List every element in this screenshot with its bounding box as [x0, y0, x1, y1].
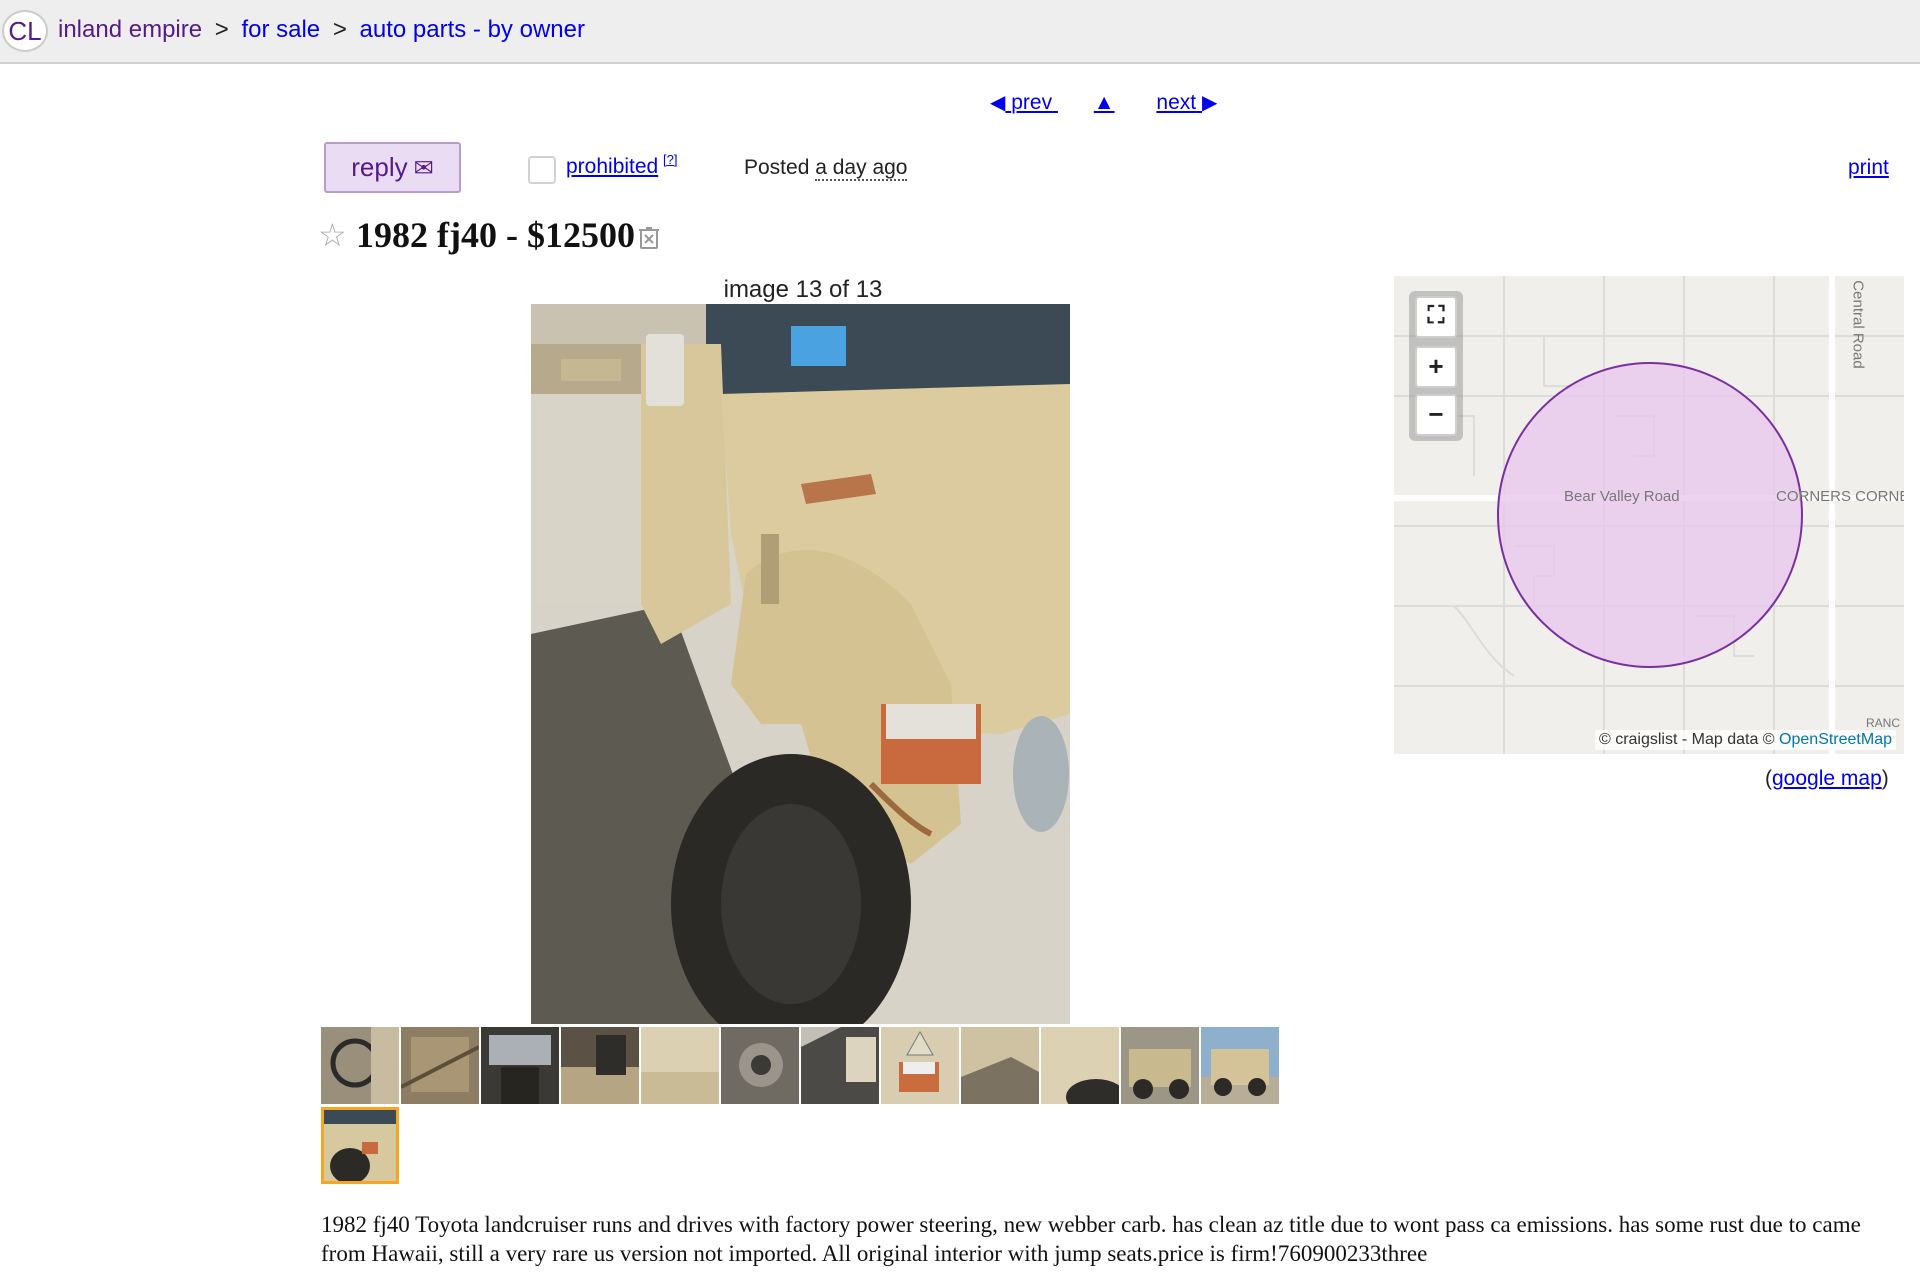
map-tiles [1394, 276, 1904, 754]
location-map[interactable]: ⛶ + − Bear Valley Road CORNERS CORNE Cen… [1394, 276, 1904, 754]
left-triangle-icon: ◀ [990, 92, 1006, 114]
prev-label: prev [1011, 91, 1053, 114]
posting-nav: ◀ prev ▲ next ▶ [990, 90, 1217, 115]
posted-date: Posted a day ago [744, 156, 908, 181]
thumbnail[interactable] [961, 1027, 1039, 1104]
thumbnail[interactable] [801, 1027, 879, 1104]
road-label-bear-valley: Bear Valley Road [1564, 488, 1680, 505]
thumbnail-selected[interactable] [321, 1107, 399, 1184]
reply-button[interactable]: reply ✉ [324, 142, 461, 193]
posted-label: Posted [744, 156, 810, 179]
thumbnail[interactable] [721, 1027, 799, 1104]
thumbnail[interactable] [1041, 1027, 1119, 1104]
thumbnail[interactable] [1201, 1027, 1279, 1104]
thumbnail[interactable] [401, 1027, 479, 1104]
thumbnail[interactable] [881, 1027, 959, 1104]
zoom-out-button[interactable]: − [1415, 394, 1457, 436]
prev-link[interactable]: ◀ prev [990, 91, 1058, 114]
up-link[interactable]: ▲ [1094, 91, 1115, 114]
map-attribution: © craigslist - Map data © OpenStreetMap [1594, 730, 1896, 750]
thumbnail[interactable] [1121, 1027, 1199, 1104]
image-caption: image 13 of 13 [723, 276, 883, 303]
openstreetmap-link[interactable]: OpenStreetMap [1779, 731, 1892, 748]
thumbnail[interactable] [561, 1027, 639, 1104]
top-bar: CL inland empire > for sale > auto parts… [0, 0, 1920, 64]
right-triangle-icon: ▶ [1201, 92, 1218, 114]
posting-body: 1982 fj40 Toyota landcruiser runs and dr… [321, 1212, 1861, 1266]
hide-posting-icon[interactable] [638, 226, 660, 250]
envelope-icon: ✉ [413, 155, 434, 182]
fullscreen-icon[interactable]: ⛶ [1415, 296, 1457, 338]
reply-label: reply [351, 152, 408, 182]
posted-time: a day ago [815, 156, 908, 181]
breadcrumb-separator: > [332, 16, 347, 43]
google-map-link-wrapper: (google map) [1765, 767, 1889, 790]
truck-photo-illustration [531, 304, 1070, 1024]
prohibited-flag-link[interactable]: prohibited [566, 155, 658, 179]
google-map-link[interactable]: google map [1772, 767, 1882, 790]
prohibited-flag-checkbox[interactable] [528, 156, 556, 184]
road-label-ranc: RANC [1866, 716, 1901, 730]
breadcrumb-separator: > [214, 16, 229, 43]
thumbnail[interactable] [481, 1027, 559, 1104]
next-label: next [1156, 91, 1197, 114]
road-label-corners: CORNERS CORNE [1776, 488, 1904, 505]
breadcrumb-area-link[interactable]: inland empire [58, 16, 202, 43]
next-link[interactable]: next ▶ [1156, 91, 1217, 114]
zoom-in-button[interactable]: + [1415, 346, 1457, 388]
road-label-central: Central Road [1849, 280, 1867, 369]
breadcrumb: inland empire > for sale > auto parts - … [58, 16, 585, 44]
craigslist-logo[interactable]: CL [2, 10, 48, 52]
posting-title: 1982 fj40 - $12500 [356, 215, 635, 255]
favorite-star-icon[interactable]: ☆ [318, 218, 347, 252]
prohibited-help-link[interactable]: [?] [663, 152, 677, 167]
main-vehicle-photo[interactable] [531, 304, 1070, 1024]
print-link[interactable]: print [1848, 156, 1889, 180]
thumbnail[interactable] [321, 1027, 399, 1104]
thumbnail[interactable] [641, 1027, 719, 1104]
breadcrumb-subcategory-link[interactable]: auto parts - by owner [360, 16, 585, 43]
breadcrumb-category-link[interactable]: for sale [241, 16, 320, 43]
map-attribution-text: © craigslist - Map data © [1598, 731, 1775, 748]
